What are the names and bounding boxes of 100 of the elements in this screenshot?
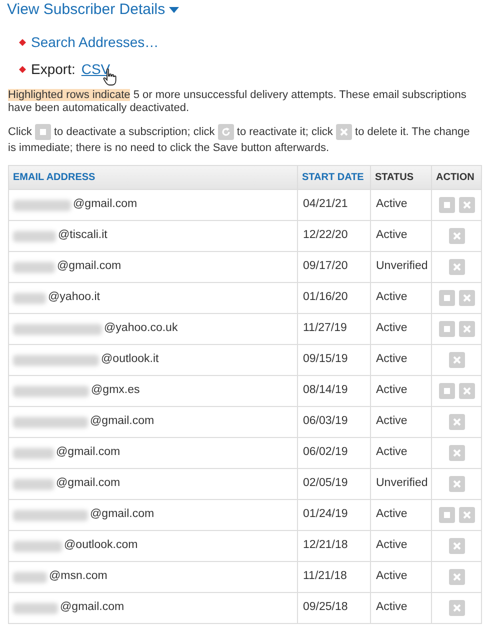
column-header: STATUS	[370, 166, 432, 190]
deactivate-button[interactable]	[438, 321, 454, 338]
delete-button[interactable]	[448, 600, 464, 616]
refresh-icon	[220, 127, 231, 138]
date-cell: 09/17/20	[298, 252, 370, 283]
email-cell: @gmail.com	[8, 468, 298, 500]
close-icon	[462, 201, 470, 210]
status-cell: Unverified	[370, 252, 432, 283]
email-cell: @gmx.es	[8, 376, 298, 407]
email-cell: @msn.com	[8, 562, 298, 593]
close-icon	[452, 263, 460, 272]
close-icon	[462, 294, 470, 302]
close-icon	[452, 418, 460, 426]
email-cell: @yahoo.it	[8, 282, 298, 314]
blurred-text	[13, 200, 71, 211]
search-link[interactable]: Search Addresses…	[31, 32, 159, 53]
delete-button[interactable]	[458, 290, 474, 306]
close-icon	[452, 573, 460, 582]
blurred-text	[13, 540, 62, 552]
status-cell: Active	[370, 438, 432, 469]
close-icon	[452, 356, 460, 364]
bullet-icon	[19, 39, 26, 46]
email-cell: @tiscali.it	[8, 220, 298, 252]
caret-down-icon	[169, 7, 180, 13]
email-cell: @gmail.com	[8, 406, 298, 438]
close-icon	[340, 128, 348, 136]
email-cell: @gmail.com	[8, 252, 298, 283]
section-toggle[interactable]: View Subscriber Details	[7, 0, 180, 20]
date-cell: 01/16/20	[298, 282, 370, 314]
blurred-text	[13, 572, 47, 583]
email-cell: @gmail.com	[8, 438, 298, 469]
close-icon	[452, 449, 460, 458]
close-icon	[462, 325, 470, 334]
date-cell: 12/22/20	[298, 220, 370, 252]
status-cell: Active	[370, 406, 432, 438]
date-cell: 09/15/19	[298, 344, 370, 376]
date-cell: 04/21/21	[298, 190, 370, 221]
date-cell: 06/02/19	[298, 438, 370, 469]
date-cell: 09/25/18	[298, 592, 370, 624]
date-cell: 11/21/18	[298, 562, 370, 593]
status-cell: Active	[370, 344, 432, 376]
close-icon	[452, 232, 460, 240]
bullet-icon	[19, 66, 26, 73]
delete-button[interactable]	[336, 124, 352, 140]
status-cell: Active	[370, 190, 432, 221]
email-cell: @outlook.com	[8, 530, 298, 562]
blurred-text	[13, 602, 58, 614]
status-cell: Active	[370, 530, 432, 562]
status-cell: Active	[370, 314, 432, 345]
close-icon	[452, 604, 460, 612]
deactivate-button[interactable]	[34, 124, 51, 140]
close-icon	[452, 542, 460, 550]
delete-button[interactable]	[458, 383, 474, 400]
deactivate-button[interactable]	[438, 507, 454, 524]
email-cell: @yahoo.co.uk	[8, 314, 298, 345]
status-cell: Active	[370, 562, 432, 593]
close-icon	[452, 480, 460, 488]
reactivate-button[interactable]	[218, 124, 234, 140]
delete-button[interactable]	[448, 569, 464, 586]
blurred-text	[13, 262, 55, 273]
blurred-text	[13, 478, 54, 490]
blurred-text	[13, 292, 46, 304]
status-cell: Active	[370, 592, 432, 624]
status-cell: Active	[370, 500, 432, 531]
deactivate-button[interactable]	[438, 383, 454, 400]
delete-button[interactable]	[448, 538, 464, 554]
notice-text: Highlighted rows indicate 5 or more unsuccessful delivery attempts. These email subscriptions have been automatically deactivated.	[8, 89, 468, 115]
blurred-text	[13, 230, 56, 242]
column-header: ACTION	[432, 166, 482, 190]
delete-button[interactable]	[458, 321, 474, 338]
deactivate-button[interactable]	[438, 290, 454, 306]
instructions-text: Click to deactivate a subscription; click to reactivate it; click to delete it. The change is immediate; there is no need to click the Save button afterwards.	[8, 124, 471, 156]
date-cell: 06/03/19	[298, 406, 370, 438]
delete-button[interactable]	[458, 197, 474, 214]
deactivate-button[interactable]	[438, 197, 454, 214]
delete-button[interactable]	[458, 507, 474, 524]
export-label: Export:	[31, 60, 76, 79]
date-cell: 01/24/19	[298, 500, 370, 531]
date-cell: 08/14/19	[298, 376, 370, 407]
column-header[interactable]: START DATE	[298, 166, 370, 190]
email-cell: @gmail.com	[8, 500, 298, 531]
delete-button[interactable]	[448, 476, 464, 492]
delete-button[interactable]	[448, 352, 464, 368]
blurred-text	[13, 448, 54, 459]
delete-button[interactable]	[448, 414, 464, 430]
date-cell: 11/27/19	[298, 314, 370, 345]
date-cell: 02/05/19	[298, 468, 370, 500]
status-cell: Active	[370, 282, 432, 314]
email-cell: @outlook.it	[8, 344, 298, 376]
delete-button[interactable]	[448, 445, 464, 462]
delete-button[interactable]	[448, 259, 464, 276]
status-cell: Active	[370, 376, 432, 407]
status-cell: Unverified	[370, 468, 432, 500]
delete-button[interactable]	[448, 228, 464, 244]
column-header[interactable]: EMAIL ADDRESS	[8, 166, 298, 190]
date-cell: 12/21/18	[298, 530, 370, 562]
close-icon	[462, 387, 470, 396]
email-cell: @gmail.com	[8, 592, 298, 624]
status-cell: Active	[370, 220, 432, 252]
email-cell: @gmail.com	[8, 190, 298, 221]
